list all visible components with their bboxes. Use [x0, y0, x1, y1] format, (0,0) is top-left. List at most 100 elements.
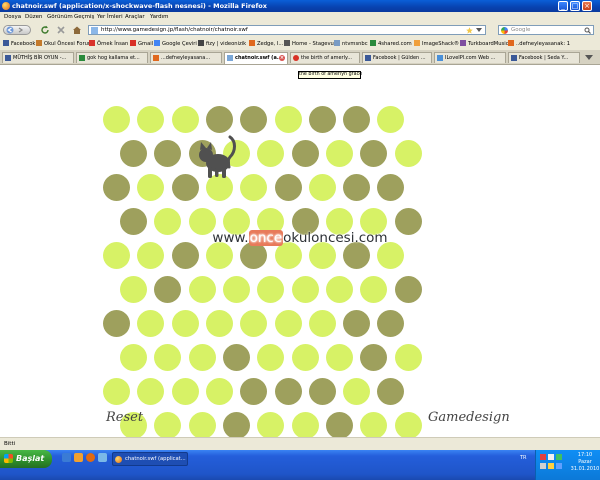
- taskbar-window-button[interactable]: chatnoir.swf (applicat...: [112, 452, 188, 466]
- firefox-quicklaunch-icon[interactable]: [86, 453, 95, 462]
- open-cell[interactable]: [103, 242, 130, 269]
- clock[interactable]: 17:10 Pazar 31.01.2010: [570, 452, 600, 473]
- tab[interactable]: Facebook | Gülden ...: [362, 52, 432, 63]
- open-cell[interactable]: [188, 276, 216, 303]
- bookmark-item[interactable]: ImageShack®: [414, 40, 459, 47]
- open-cell[interactable]: [257, 344, 285, 371]
- open-cell[interactable]: [377, 106, 405, 133]
- open-cell[interactable]: [240, 174, 268, 201]
- url-text[interactable]: http://www.gamedesign.jp/flash/chatnoir/…: [101, 27, 248, 33]
- blocked-cell[interactable]: [120, 140, 148, 167]
- open-cell[interactable]: [308, 174, 336, 201]
- internet-explorer-icon[interactable]: [74, 453, 83, 462]
- blocked-cell[interactable]: [377, 174, 405, 201]
- tab[interactable]: ...defneyleyasana...: [150, 52, 222, 63]
- language-indicator[interactable]: TR: [520, 455, 527, 461]
- menu-history[interactable]: Geçmiş: [74, 14, 94, 20]
- open-cell[interactable]: [103, 378, 130, 405]
- open-cell[interactable]: [377, 242, 405, 269]
- blocked-cell[interactable]: [240, 242, 268, 269]
- bookmark-item[interactable]: Facebook: [3, 40, 35, 47]
- blocked-cell[interactable]: [171, 242, 199, 269]
- security-alert-icon[interactable]: [540, 454, 546, 460]
- open-cell[interactable]: [137, 174, 165, 201]
- search-input[interactable]: Google: [511, 27, 530, 33]
- open-cell[interactable]: [394, 344, 422, 371]
- blocked-cell[interactable]: [343, 106, 371, 133]
- tab-close-icon[interactable]: ×: [279, 55, 285, 61]
- open-cell[interactable]: [205, 378, 233, 405]
- open-cell[interactable]: [137, 310, 165, 337]
- open-cell[interactable]: [188, 412, 216, 439]
- maximize-button[interactable]: □: [570, 1, 580, 11]
- bookmark-item[interactable]: 4shared.com: [370, 40, 412, 47]
- tray-app-icon[interactable]: [556, 454, 562, 460]
- open-cell[interactable]: [291, 276, 319, 303]
- blocked-cell[interactable]: [103, 174, 130, 201]
- menu-bookmarks[interactable]: Yer İmleri: [97, 14, 123, 20]
- open-cell[interactable]: [308, 310, 336, 337]
- blocked-cell[interactable]: [360, 140, 388, 167]
- open-cell[interactable]: [154, 412, 182, 439]
- blocked-cell[interactable]: [223, 344, 251, 371]
- open-cell[interactable]: [291, 344, 319, 371]
- bookmark-star-icon[interactable]: [466, 27, 473, 34]
- reset-button[interactable]: Reset: [106, 410, 143, 425]
- bookmark-item[interactable]: Home - Stagevu: [284, 40, 334, 47]
- blocked-cell[interactable]: [308, 106, 336, 133]
- blocked-cell[interactable]: [308, 378, 336, 405]
- open-cell[interactable]: [325, 276, 353, 303]
- open-cell[interactable]: [171, 378, 199, 405]
- blocked-cell[interactable]: [205, 106, 233, 133]
- open-cell[interactable]: [205, 242, 233, 269]
- search-icon[interactable]: [584, 27, 591, 34]
- blocked-cell[interactable]: [343, 174, 371, 201]
- blocked-cell[interactable]: [394, 276, 422, 303]
- blocked-cell[interactable]: [120, 208, 148, 235]
- open-cell[interactable]: [257, 140, 285, 167]
- blocked-cell[interactable]: [343, 310, 371, 337]
- bookmark-item[interactable]: Örnek İnsan: [89, 40, 128, 47]
- tab-list-arrow-icon[interactable]: [584, 54, 594, 61]
- stop-icon[interactable]: [56, 25, 66, 35]
- open-cell[interactable]: [171, 310, 199, 337]
- open-cell[interactable]: [308, 242, 336, 269]
- tab-active[interactable]: chatnoir.swf (a... ×: [224, 52, 288, 64]
- open-cell[interactable]: [188, 344, 216, 371]
- blocked-cell[interactable]: [377, 378, 405, 405]
- blocked-cell[interactable]: [360, 344, 388, 371]
- back-arrow-icon[interactable]: [5, 26, 31, 34]
- tab[interactable]: MÜTHİŞ BİR OYUN -...: [2, 52, 74, 63]
- open-cell[interactable]: [325, 344, 353, 371]
- menu-edit[interactable]: Düzen: [25, 14, 42, 20]
- bookmark-item[interactable]: Zedge, I...: [249, 40, 283, 47]
- blocked-cell[interactable]: [274, 378, 302, 405]
- open-cell[interactable]: [291, 412, 319, 439]
- blocked-cell[interactable]: [223, 412, 251, 439]
- blocked-cell[interactable]: [325, 412, 353, 439]
- blocked-cell[interactable]: [240, 378, 268, 405]
- menu-help[interactable]: Yardım: [150, 14, 169, 20]
- blocked-cell[interactable]: [343, 242, 371, 269]
- blocked-cell[interactable]: [103, 310, 130, 337]
- open-cell[interactable]: [394, 140, 422, 167]
- start-button[interactable]: Başlat: [0, 450, 52, 468]
- bookmark-item[interactable]: Google Çeviri: [154, 40, 197, 47]
- search-box[interactable]: Google: [498, 25, 594, 35]
- tray-app-icon[interactable]: [556, 463, 562, 469]
- gamedesign-credit-link[interactable]: Gamedesign: [428, 410, 510, 425]
- blocked-cell[interactable]: [377, 310, 405, 337]
- blocked-cell[interactable]: [154, 140, 182, 167]
- home-icon[interactable]: [72, 25, 82, 35]
- bookmark-item[interactable]: fizy | videonizik: [198, 40, 246, 47]
- bookmark-item[interactable]: ..defneyleyasanak: 1: [508, 40, 570, 47]
- open-cell[interactable]: [120, 276, 148, 303]
- tab[interactable]: the birth of amerly...: [290, 52, 360, 63]
- bookmark-item[interactable]: TurkboardMusic: [460, 40, 509, 47]
- blocked-cell[interactable]: [274, 174, 302, 201]
- network-icon[interactable]: [548, 454, 554, 460]
- open-cell[interactable]: [137, 106, 165, 133]
- blocked-cell[interactable]: [171, 174, 199, 201]
- tray-app-icon[interactable]: [548, 463, 554, 469]
- blocked-cell[interactable]: [291, 140, 319, 167]
